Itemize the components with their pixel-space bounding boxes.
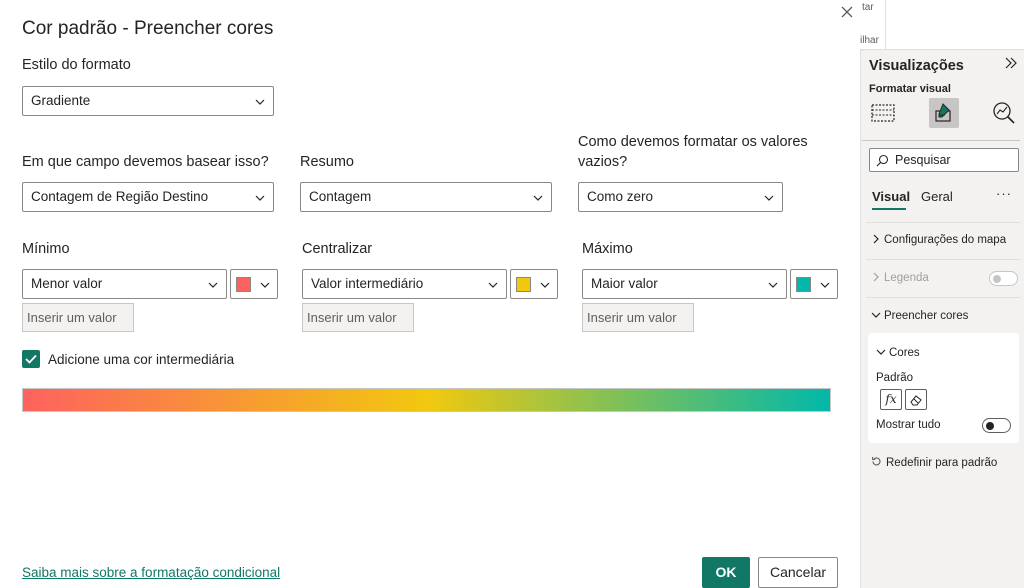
chevron-down-icon xyxy=(764,195,774,201)
field-dropdown[interactable]: Contagem de Região Destino xyxy=(22,182,274,212)
fx-button[interactable]: fx xyxy=(880,389,902,410)
chevron-down-icon xyxy=(533,195,543,201)
field-value: Contagem de Região Destino xyxy=(31,189,209,204)
center-input-placeholder: Inserir um valor xyxy=(307,310,397,325)
show-all-label: Mostrar tudo xyxy=(876,419,941,431)
empty-values-label-line1: Como devemos formatar os valores xyxy=(578,134,808,150)
reset-label: Redefinir para padrão xyxy=(886,457,998,469)
field-label: Em que campo devemos basear isso? xyxy=(22,154,269,170)
format-visual-icon[interactable] xyxy=(931,100,957,126)
chevron-right-icon xyxy=(873,234,879,244)
summary-dropdown[interactable]: Contagem xyxy=(300,182,552,212)
legend-toggle[interactable] xyxy=(989,271,1018,286)
chevron-down-icon xyxy=(871,312,881,318)
center-color-picker[interactable] xyxy=(510,269,558,299)
subsection-colors-label: Cores xyxy=(889,347,920,359)
dialog-title: Cor padrão - Preencher cores xyxy=(22,18,274,39)
maximum-input-placeholder: Inserir um valor xyxy=(587,310,677,325)
toggle-knob xyxy=(993,275,1001,283)
maximum-color-picker[interactable] xyxy=(790,269,838,299)
format-style-dropdown[interactable]: Gradiente xyxy=(22,86,274,116)
chevron-down-icon xyxy=(255,99,265,105)
format-style-value: Gradiente xyxy=(31,93,91,108)
default-label: Padrão xyxy=(876,372,914,384)
gradient-preview xyxy=(22,388,831,412)
reset-to-default[interactable]: Redefinir para padrão xyxy=(871,456,997,469)
eraser-button[interactable] xyxy=(905,389,927,410)
tab-visual[interactable]: Visual xyxy=(872,189,910,204)
summary-label: Resumo xyxy=(300,154,354,170)
maximum-value: Maior valor xyxy=(591,276,658,291)
ribbon-text-partial-2: ilhar xyxy=(860,35,879,46)
chevron-down-icon xyxy=(876,349,886,355)
middle-color-checkbox[interactable] xyxy=(22,350,40,368)
center-dropdown[interactable]: Valor intermediário xyxy=(302,269,507,299)
empty-values-label-line2: vazios? xyxy=(578,154,628,170)
section-legend-label: Legenda xyxy=(884,272,929,284)
minimum-dropdown[interactable]: Menor valor xyxy=(22,269,227,299)
minimum-color-picker[interactable] xyxy=(230,269,278,299)
center-color-swatch xyxy=(516,277,531,292)
minimum-value: Menor valor xyxy=(31,276,103,291)
chevron-down-icon xyxy=(260,282,270,288)
center-value: Valor intermediário xyxy=(311,276,424,291)
tab-general[interactable]: Geral xyxy=(921,189,953,204)
divider xyxy=(866,297,1020,298)
cancel-button[interactable]: Cancelar xyxy=(758,557,838,588)
chevron-down-icon xyxy=(540,282,550,288)
minimum-color-swatch xyxy=(236,277,251,292)
maximum-color-swatch xyxy=(796,277,811,292)
summary-value: Contagem xyxy=(309,189,372,204)
section-fill-colors-label: Preencher cores xyxy=(884,310,969,322)
show-all-toggle[interactable] xyxy=(982,418,1011,433)
eraser-icon xyxy=(910,395,922,406)
expand-pane-icon[interactable] xyxy=(1004,56,1018,75)
learn-more-link[interactable]: Saiba mais sobre a formatação condiciona… xyxy=(22,565,280,580)
format-style-label: Estilo do formato xyxy=(22,57,131,73)
section-map-settings[interactable]: Configurações do mapa xyxy=(871,234,1006,246)
maximum-label: Máximo xyxy=(582,241,633,257)
chevron-down-icon xyxy=(488,282,498,288)
chevron-down-icon xyxy=(768,282,778,288)
minimum-value-input[interactable]: Inserir um valor xyxy=(22,303,134,332)
center-label: Centralizar xyxy=(302,241,373,257)
empty-values-value: Como zero xyxy=(587,189,654,204)
maximum-value-input[interactable]: Inserir um valor xyxy=(582,303,694,332)
minimum-label: Mínimo xyxy=(22,241,70,257)
reset-icon xyxy=(871,456,881,466)
analytics-icon[interactable] xyxy=(991,100,1017,126)
minimum-input-placeholder: Inserir um valor xyxy=(27,310,117,325)
toggle-knob xyxy=(986,422,994,430)
ribbon-divider xyxy=(885,0,886,50)
close-icon[interactable] xyxy=(838,4,856,22)
search-placeholder: Pesquisar xyxy=(895,153,951,167)
chevron-right-icon xyxy=(873,272,879,282)
subsection-colors[interactable]: Cores xyxy=(876,347,920,359)
ok-button[interactable]: OK xyxy=(702,557,750,588)
chevron-down-icon xyxy=(255,195,265,201)
chevron-down-icon xyxy=(208,282,218,288)
divider xyxy=(866,222,1020,223)
section-map-settings-label: Configurações do mapa xyxy=(884,234,1007,246)
section-fill-colors[interactable]: Preencher cores xyxy=(871,310,968,322)
build-visual-icon[interactable] xyxy=(870,100,896,126)
section-legend[interactable]: Legenda xyxy=(871,272,929,284)
divider xyxy=(866,259,1020,260)
chevron-down-icon xyxy=(820,282,830,288)
checkmark-icon xyxy=(25,354,37,364)
pane-subtitle: Formatar visual xyxy=(869,83,951,95)
maximum-dropdown[interactable]: Maior valor xyxy=(582,269,787,299)
empty-values-dropdown[interactable]: Como zero xyxy=(578,182,783,212)
pane-title: Visualizações xyxy=(869,58,964,74)
middle-color-label: Adicione uma cor intermediária xyxy=(48,352,235,367)
center-value-input[interactable]: Inserir um valor xyxy=(302,303,414,332)
tab-visual-underline xyxy=(872,208,906,210)
ribbon-text-partial: tar xyxy=(862,2,874,13)
conditional-format-dialog: Cor padrão - Preencher cores Estilo do f… xyxy=(0,0,860,588)
search-icon xyxy=(876,154,889,167)
pane-icons-divider xyxy=(862,140,1020,141)
more-options-icon[interactable]: ··· xyxy=(996,186,1012,201)
